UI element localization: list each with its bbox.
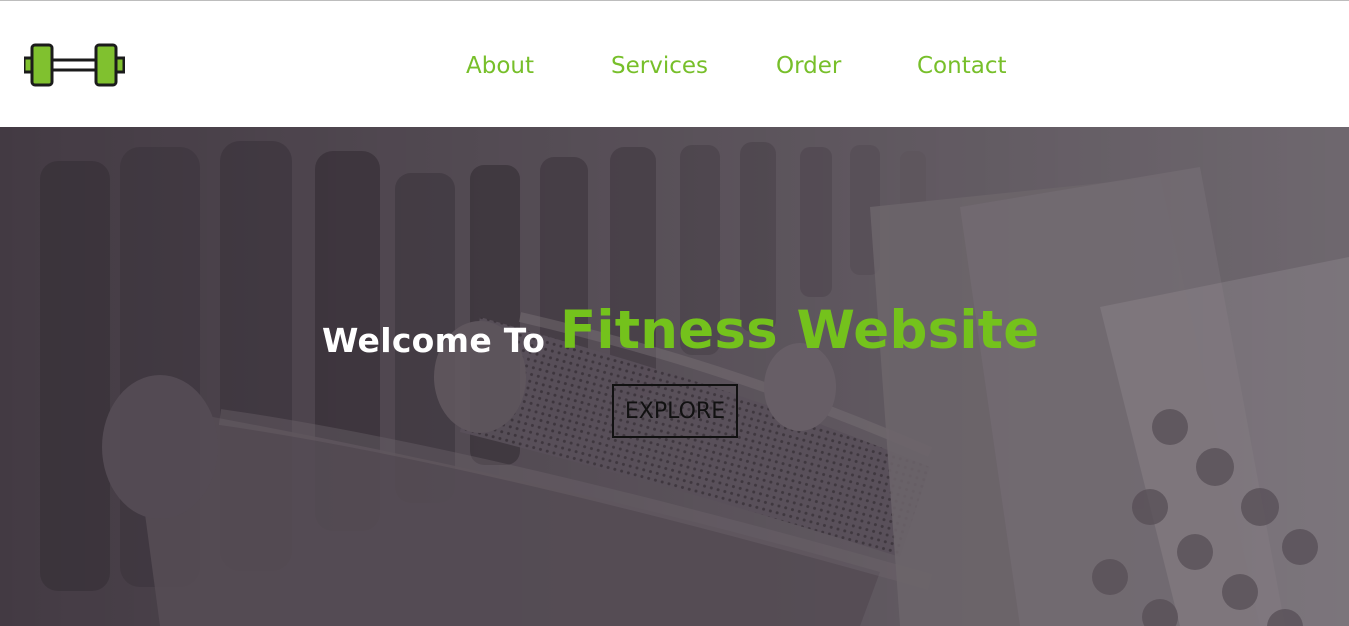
nav-link-services[interactable]: Services xyxy=(611,49,708,83)
hero-brand-text: Fitness Website xyxy=(560,300,1040,361)
main-nav: About Services Order Contact xyxy=(0,49,1349,83)
hero-section: Welcome To Fitness Website EXPLORE xyxy=(0,127,1349,626)
nav-link-contact[interactable]: Contact xyxy=(917,49,1006,83)
explore-button[interactable]: EXPLORE xyxy=(612,384,738,438)
nav-link-about[interactable]: About xyxy=(466,49,534,83)
hero-title: Welcome To Fitness Website xyxy=(322,299,1042,369)
hero-welcome-text: Welcome To xyxy=(322,321,546,360)
site-header: About Services Order Contact xyxy=(0,1,1349,127)
gym-dumbbells-photo xyxy=(0,127,1349,626)
nav-link-order[interactable]: Order xyxy=(776,49,841,83)
